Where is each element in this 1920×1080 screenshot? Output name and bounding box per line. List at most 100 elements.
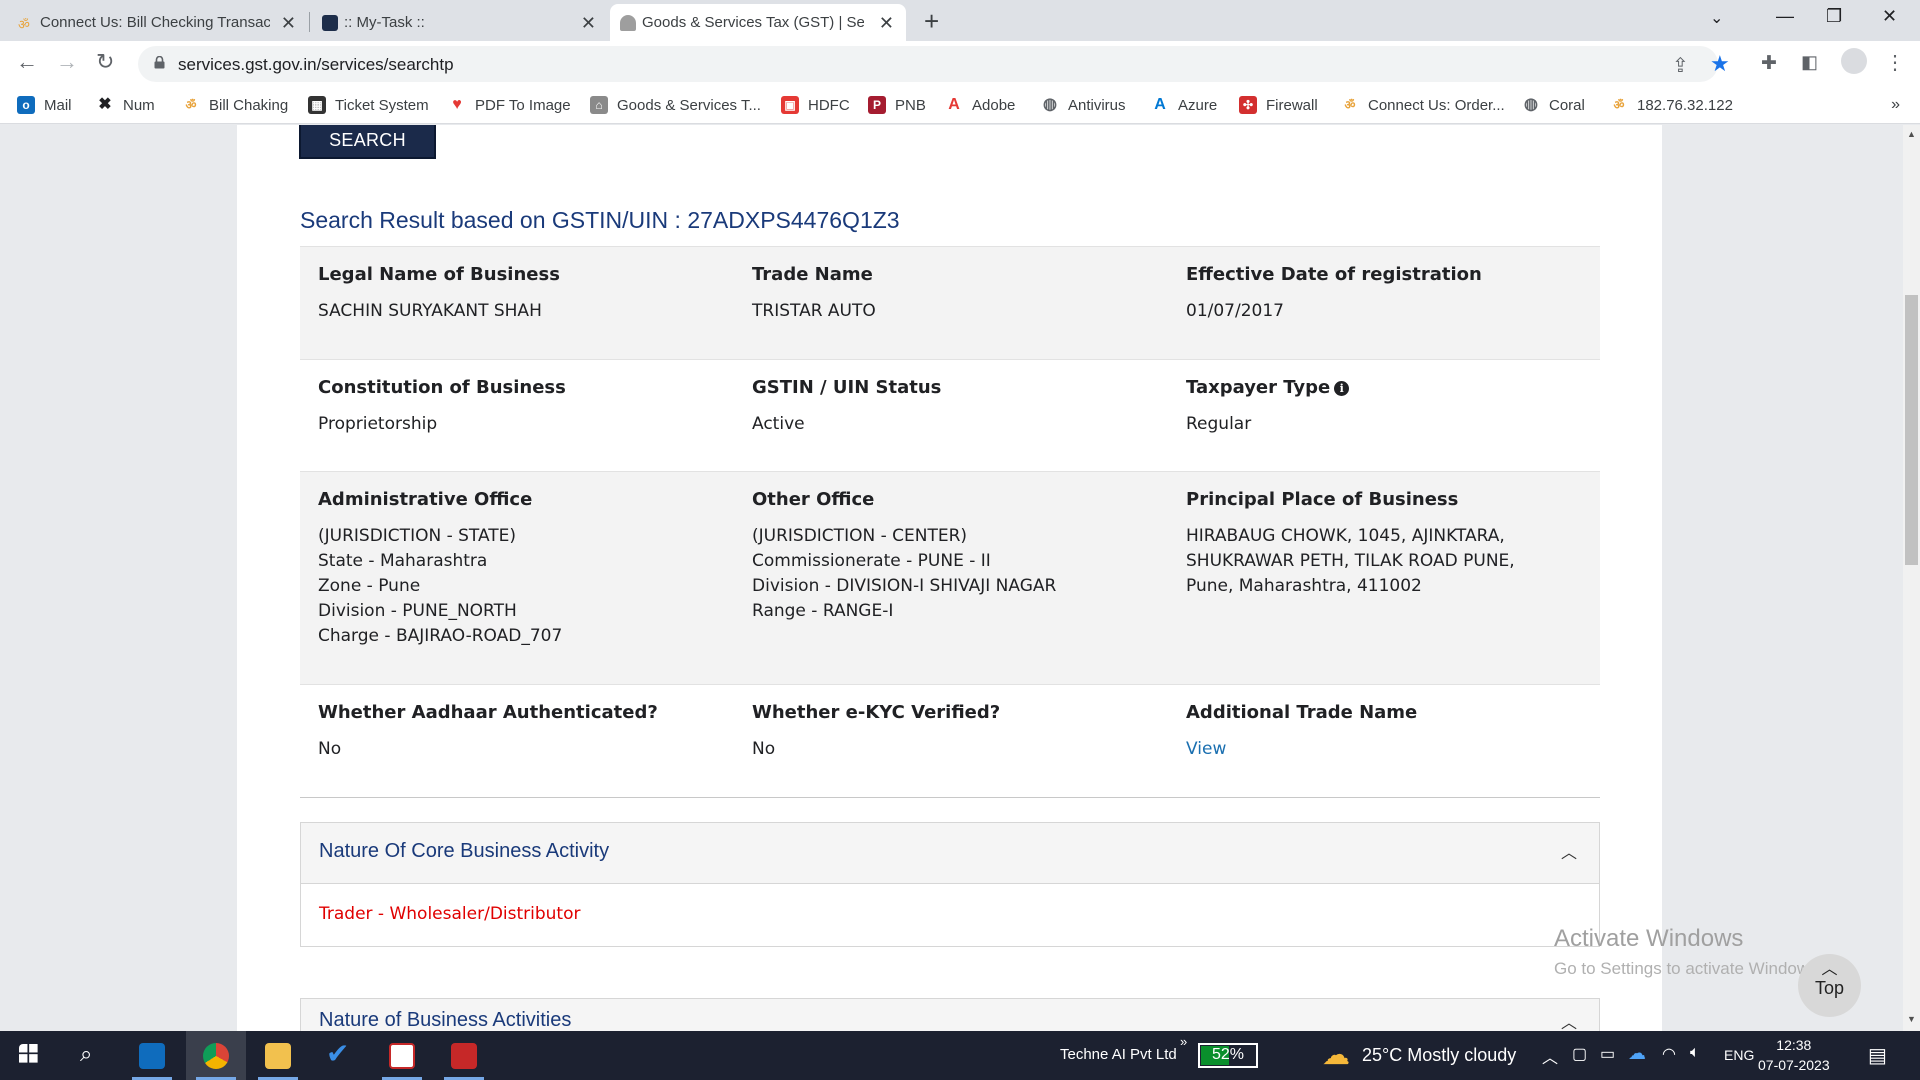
back-icon[interactable]: ← [16,49,38,75]
scroll-down-icon[interactable]: ▼ [1907,1014,1916,1024]
taskbar-outlook[interactable] [122,1031,182,1080]
battery-icon[interactable]: ▭ [1600,1044,1615,1064]
details-row: Whether Aadhaar Authenticated? No Whethe… [300,684,1600,796]
bookmark-label: Num [123,96,155,114]
field-value: No [752,739,776,759]
back-to-top-button[interactable]: ︿ Top [1798,954,1861,1017]
bookmark-firewall[interactable]: ✣ Firewall [1239,96,1318,114]
scroll-up-icon[interactable]: ▲ [1907,129,1916,139]
minimize-icon[interactable]: — [1776,6,1794,27]
gst-favicon: ॐ [18,17,30,32]
chevron-up-icon[interactable]: ︿ [1561,839,1577,863]
window-close-icon[interactable]: ✕ [1882,6,1897,27]
reload-icon[interactable]: ↻ [96,49,114,75]
business-activities-panel: Nature of Business Activities ︿ [300,998,1600,1031]
section-divider [300,797,1600,798]
page-viewport: SEARCH Search Result based on GSTIN/UIN … [0,125,1903,1031]
weather-cloud-icon: ☁ [1322,1039,1350,1070]
toolbar-expand-icon[interactable]: » [1180,1034,1187,1049]
field-value: HIRABAUG CHOWK, 1045, AJINKTARA, SHUKRAW… [1186,526,1515,596]
tab-separator [309,12,310,32]
bookmark-antivirus[interactable]: ◍ Antivirus [1041,96,1126,114]
task-favicon [322,15,338,31]
bookmark-adobe[interactable]: A Adobe [945,96,1015,114]
bookmark-server-ip[interactable]: ॐ 182.76.32.122 [1610,96,1733,114]
windows-taskbar: ⌕ ✔ Techne AI Pvt Ltd » 52% ☁ 25°C Mostl… [0,1031,1920,1080]
server-icon: ॐ [1613,98,1625,112]
outlook-icon: o [17,96,35,114]
start-button[interactable] [0,1031,60,1080]
new-tab-icon[interactable]: + [924,6,939,37]
chevron-up-icon[interactable]: ︿ [1561,1009,1577,1031]
bookmark-coral[interactable]: ◍ Coral [1522,96,1585,114]
restore-icon[interactable]: ❐ [1826,6,1842,27]
onedrive-icon[interactable]: ☁ [1628,1043,1646,1064]
bookmark-azure[interactable]: A Azure [1151,96,1217,114]
tab-title: Goods & Services Tax (GST) | Serv [642,14,864,31]
search-button[interactable]: SEARCH [299,125,436,159]
bookmark-ticket-system[interactable]: ▦ Ticket System [308,96,429,114]
tab-title: :: My-Task :: [344,14,425,31]
panel-header[interactable]: Nature of Business Activities ︿ [301,999,1599,1031]
info-icon[interactable]: i [1334,381,1350,396]
details-row: Legal Name of Business SACHIN SURYAKANT … [300,246,1600,359]
scrollbar-thumb[interactable] [1905,295,1918,565]
bookmarks-bar: o Mail ✖ Num ॐ Bill Chaking ▦ Ticket System … [0,88,1920,124]
bookmark-pnb[interactable]: P PNB [868,96,926,114]
volume-icon[interactable]: 🔈︎ [1690,1044,1700,1062]
profile-avatar-icon[interactable] [1841,48,1867,74]
bookmark-label: HDFC [808,96,850,114]
bookmark-pdf-to-image[interactable]: ♥ PDF To Image [448,96,571,114]
bookmark-label: PDF To Image [475,96,571,114]
bookmark-connect-us-order[interactable]: ॐ Connect Us: Order... [1341,96,1505,114]
panel-header[interactable]: Nature Of Core Business Activity ︿ [301,823,1599,884]
extensions-icon[interactable]: ✚ [1761,52,1777,75]
close-icon[interactable]: ✕ [581,13,596,34]
taskbar-acrobat[interactable] [434,1031,494,1080]
weather-text[interactable]: 25°C Mostly cloudy [1362,1045,1516,1066]
bookmark-star-icon[interactable]: ★ [1710,51,1730,77]
forward-icon[interactable]: → [56,49,78,75]
language-indicator[interactable]: ENG [1724,1047,1754,1063]
view-trade-name-link[interactable]: View [1186,737,1606,762]
field-label: Taxpayer Type i [1186,377,1606,398]
globe-icon: ◍ [1524,96,1538,113]
bookmark-bill-chaking[interactable]: ॐ Bill Chaking [182,96,289,114]
address-bar[interactable]: services.gst.gov.in/services/searchtp ⇪ … [138,46,1730,82]
more-bookmarks-icon[interactable]: » [1891,96,1900,114]
bookmark-mail[interactable]: o Mail [17,96,72,114]
close-icon[interactable]: ✕ [281,13,296,34]
taskbar-file-explorer[interactable] [248,1031,308,1080]
bookmark-hdfc[interactable]: ▣ HDFC [781,96,850,114]
folder-icon [265,1043,291,1069]
side-panel-icon[interactable]: ◧ [1801,52,1818,73]
wifi-icon[interactable]: ◠ [1662,1044,1676,1064]
show-hidden-icons-icon[interactable]: ︿ [1542,1044,1558,1068]
taskbar-todo[interactable]: ✔ [310,1031,370,1080]
tab-connect-us[interactable]: ॐ Connect Us: Bill Checking Transac ✕ [8,4,308,41]
bookmark-num[interactable]: ✖ Num [96,96,155,114]
pdf-icon: ♥ [452,96,462,113]
bookmark-gst[interactable]: ⌂ Goods & Services T... [590,96,761,114]
battery-meter[interactable]: 52% [1198,1043,1258,1068]
tab-search-icon[interactable]: ⌄ [1710,8,1723,28]
page-scrollbar[interactable]: ▲ ▼ [1903,125,1920,1031]
share-icon[interactable]: ⇪ [1672,53,1689,78]
details-cell: Trade Name TRISTAR AUTO [752,247,1172,324]
page-content: SEARCH Search Result based on GSTIN/UIN … [237,125,1662,1031]
checkmark-icon: ✔ [326,1038,350,1069]
bookmark-label: Mail [44,96,72,114]
taskbar-chrome[interactable] [186,1031,246,1080]
taskbar-search[interactable]: ⌕ [60,1031,120,1080]
system-clock[interactable]: 12:38 07-07-2023 [1758,1035,1830,1075]
notifications-icon[interactable]: ▤ [1868,1043,1887,1068]
tab-gst-services[interactable]: Goods & Services Tax (GST) | Serv ✕ [610,4,906,41]
details-cell: Taxpayer Type i Regular [1186,360,1606,437]
field-label: Administrative Office [318,489,533,510]
taskbar-vnc[interactable] [372,1031,432,1080]
tab-my-task[interactable]: :: My-Task :: ✕ [312,4,608,41]
close-icon[interactable]: ✕ [879,13,894,34]
meet-now-icon[interactable]: ▢ [1572,1044,1587,1064]
activate-windows-title: Activate Windows [1554,925,1744,952]
menu-icon[interactable]: ⋮ [1885,50,1905,75]
